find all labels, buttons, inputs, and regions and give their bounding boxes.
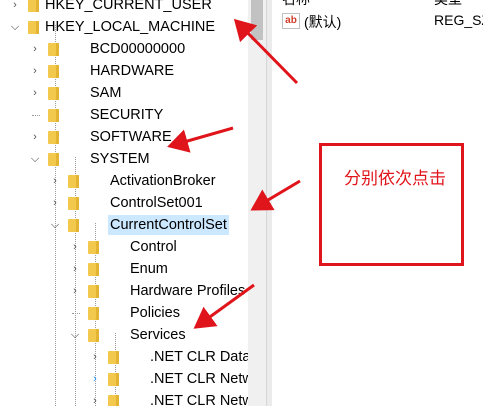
annotation-arrows (167, 18, 301, 329)
arrow-to-system (167, 126, 234, 153)
arrow-to-services (193, 283, 255, 329)
arrow-to-currentcontrolset (250, 179, 301, 211)
arrow-to-hklm (233, 18, 299, 85)
